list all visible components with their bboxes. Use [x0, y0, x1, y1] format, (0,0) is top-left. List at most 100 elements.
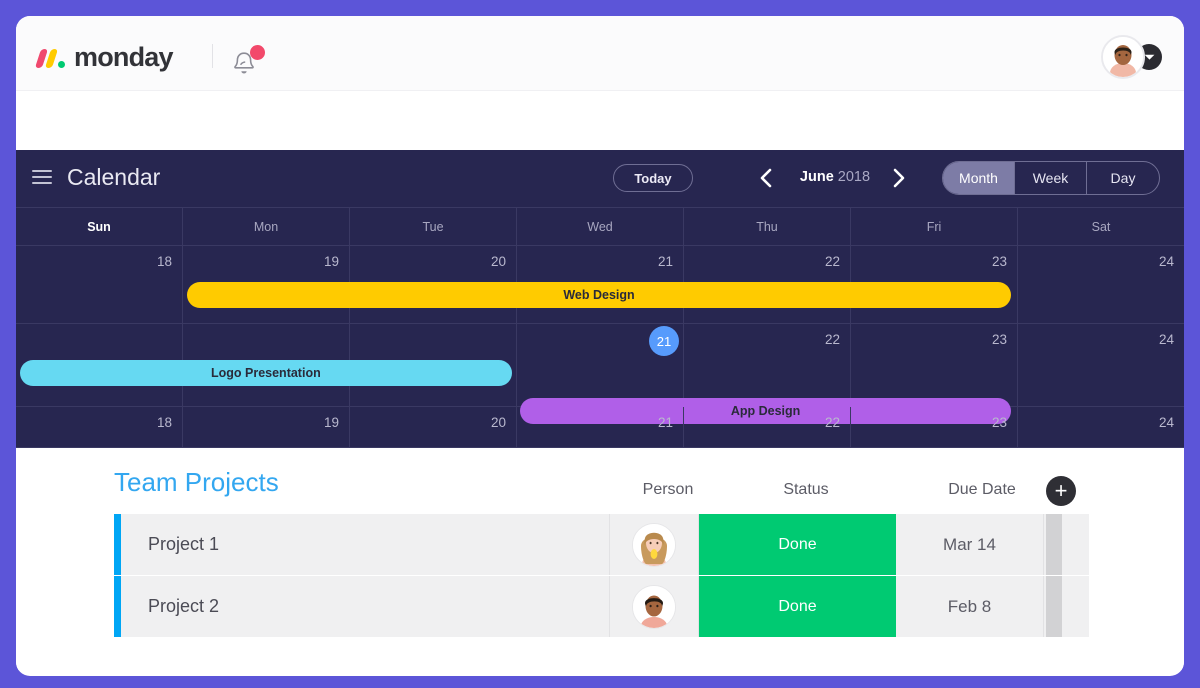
calendar-day-cell[interactable]: 19	[183, 407, 350, 447]
calendar-day-cell[interactable]: 23	[851, 324, 1018, 406]
notification-badge-dot	[250, 45, 265, 60]
calendar-panel: Calendar Today June 2018 Month Week Day Su…	[16, 150, 1184, 448]
calendar-event[interactable]: Web Design	[186, 282, 1012, 308]
calendar-day-cell[interactable]: 24	[1018, 407, 1184, 447]
add-column-button[interactable]: +	[1046, 476, 1076, 506]
day-number: 18	[156, 415, 172, 430]
status-badge[interactable]: Done	[699, 514, 896, 575]
calendar-grid: 18 19 20 21 22 23 24 Web Design 21 22 23 24 Logo Pre…	[16, 246, 1184, 448]
user-menu[interactable]	[1101, 35, 1162, 79]
top-bar: monday	[16, 16, 1184, 91]
calendar-toolbar: Calendar Today June 2018 Month Week Day	[16, 150, 1184, 208]
project-name-cell[interactable]: Project 2	[121, 576, 610, 637]
monday-logo-mark	[34, 48, 67, 68]
status-badge[interactable]: Done	[699, 576, 896, 637]
column-header-person: Person	[642, 481, 694, 498]
calendar-week-row: 18 19 20 21 22 23 24 Web Design	[16, 246, 1184, 324]
weekday-sun: Sun	[16, 208, 183, 245]
board-title: Team Projects	[114, 467, 279, 497]
team-projects-board: Team Projects Person Status Due Date + P…	[16, 448, 1184, 670]
avatar-male	[633, 585, 675, 628]
day-number: 21	[657, 415, 673, 430]
calendar-week-row: 18 19 20 21 22 23 24	[16, 407, 1184, 448]
row-color-accent	[114, 514, 121, 575]
person-cell[interactable]	[610, 514, 699, 575]
header-divider	[212, 44, 213, 68]
project-name-cell[interactable]: Project 1	[121, 514, 610, 575]
calendar-day-cell[interactable]: 20	[350, 407, 517, 447]
calendar-day-cell[interactable]: 24	[1018, 324, 1184, 406]
view-option-week[interactable]: Week	[1015, 162, 1087, 194]
day-number: 20	[490, 415, 506, 430]
column-header-status: Status	[783, 481, 829, 498]
logo-text: monday	[74, 42, 174, 72]
weekday-tue: Tue	[350, 208, 517, 245]
avatar-female	[632, 522, 676, 567]
user-avatar	[1103, 37, 1143, 77]
weekday-thu: Thu	[684, 208, 851, 245]
view-option-day[interactable]: Day	[1087, 162, 1159, 194]
day-number: 23	[991, 415, 1007, 430]
table-row[interactable]: Project 1 Done Mar 14	[114, 514, 1089, 576]
day-number: 19	[323, 415, 339, 430]
monday-logo[interactable]: monday	[34, 42, 174, 73]
view-switcher[interactable]: Month Week Day	[942, 161, 1160, 195]
due-date-cell[interactable]: Mar 14	[896, 514, 1044, 575]
day-number: 20	[490, 254, 506, 269]
calendar-day-cell[interactable]: 18	[16, 407, 183, 447]
calendar-day-cell[interactable]: 22	[684, 324, 851, 406]
calendar-day-cell[interactable]: 18	[16, 246, 183, 323]
chevron-down-icon	[1144, 54, 1154, 60]
row-color-accent	[114, 576, 121, 637]
year-label: 2018	[837, 169, 871, 185]
month-year-label: June 2018	[789, 169, 881, 185]
app-window: monday Calendar Today June 2018 Month We…	[16, 16, 1184, 676]
table-row[interactable]: Project 2 Done Feb 8	[114, 576, 1089, 638]
weekday-sat: Sat	[1091, 219, 1111, 234]
day-number: 23	[991, 254, 1007, 269]
row-scroll-area	[1044, 514, 1089, 575]
calendar-day-cell[interactable]: 21	[517, 324, 684, 406]
weekday-mon: Mon	[183, 208, 350, 245]
day-number: 24	[1158, 332, 1174, 347]
avatar-female	[633, 523, 675, 566]
top-bar-spacer	[16, 91, 1184, 150]
calendar-day-cell[interactable]: 22	[684, 407, 851, 447]
today-button[interactable]: Today	[613, 164, 693, 192]
column-header-due-date: Due Date	[948, 481, 1016, 498]
day-number: 22	[824, 332, 840, 347]
calendar-week-row: 21 22 23 24 Logo Presentation App Design	[16, 324, 1184, 424]
weekday-fri: Fri	[851, 208, 1018, 245]
day-number: 24	[1158, 254, 1174, 269]
previous-month-button[interactable]	[751, 162, 779, 194]
row-scroll-area	[1044, 576, 1089, 637]
page-title: Calendar	[67, 164, 161, 190]
hamburger-menu-icon[interactable]	[32, 170, 52, 184]
notifications-button[interactable]	[232, 45, 265, 79]
weekday-wed: Wed	[517, 208, 684, 245]
day-number: 22	[824, 415, 840, 430]
day-number: 19	[323, 254, 339, 269]
view-option-month[interactable]: Month	[943, 162, 1015, 194]
avatar-male	[632, 584, 676, 629]
weekday-header: Sun Mon Tue Wed Thu Fri Sat	[16, 208, 1184, 246]
due-date-cell[interactable]: Feb 8	[896, 576, 1044, 637]
calendar-day-cell[interactable]: 24	[1018, 246, 1184, 323]
day-number: 21	[657, 254, 673, 269]
vertical-scrollbar-thumb[interactable]	[1046, 514, 1062, 575]
calendar-event[interactable]: Logo Presentation	[20, 360, 512, 386]
vertical-scrollbar-thumb[interactable]	[1046, 576, 1062, 637]
day-number: 24	[1158, 415, 1174, 430]
person-cell[interactable]	[610, 576, 699, 637]
calendar-day-cell[interactable]: 23	[851, 407, 1018, 447]
calendar-day-cell[interactable]: 21	[517, 407, 684, 447]
avatar[interactable]	[1101, 35, 1145, 79]
today-date-marker: 21	[649, 326, 679, 356]
month-label: June	[799, 169, 834, 185]
chevron-left-icon	[760, 168, 771, 188]
day-number: 22	[824, 254, 840, 269]
day-number: 18	[156, 254, 172, 269]
next-month-button[interactable]	[885, 162, 913, 194]
chevron-right-icon	[893, 168, 904, 188]
day-number: 23	[991, 332, 1007, 347]
